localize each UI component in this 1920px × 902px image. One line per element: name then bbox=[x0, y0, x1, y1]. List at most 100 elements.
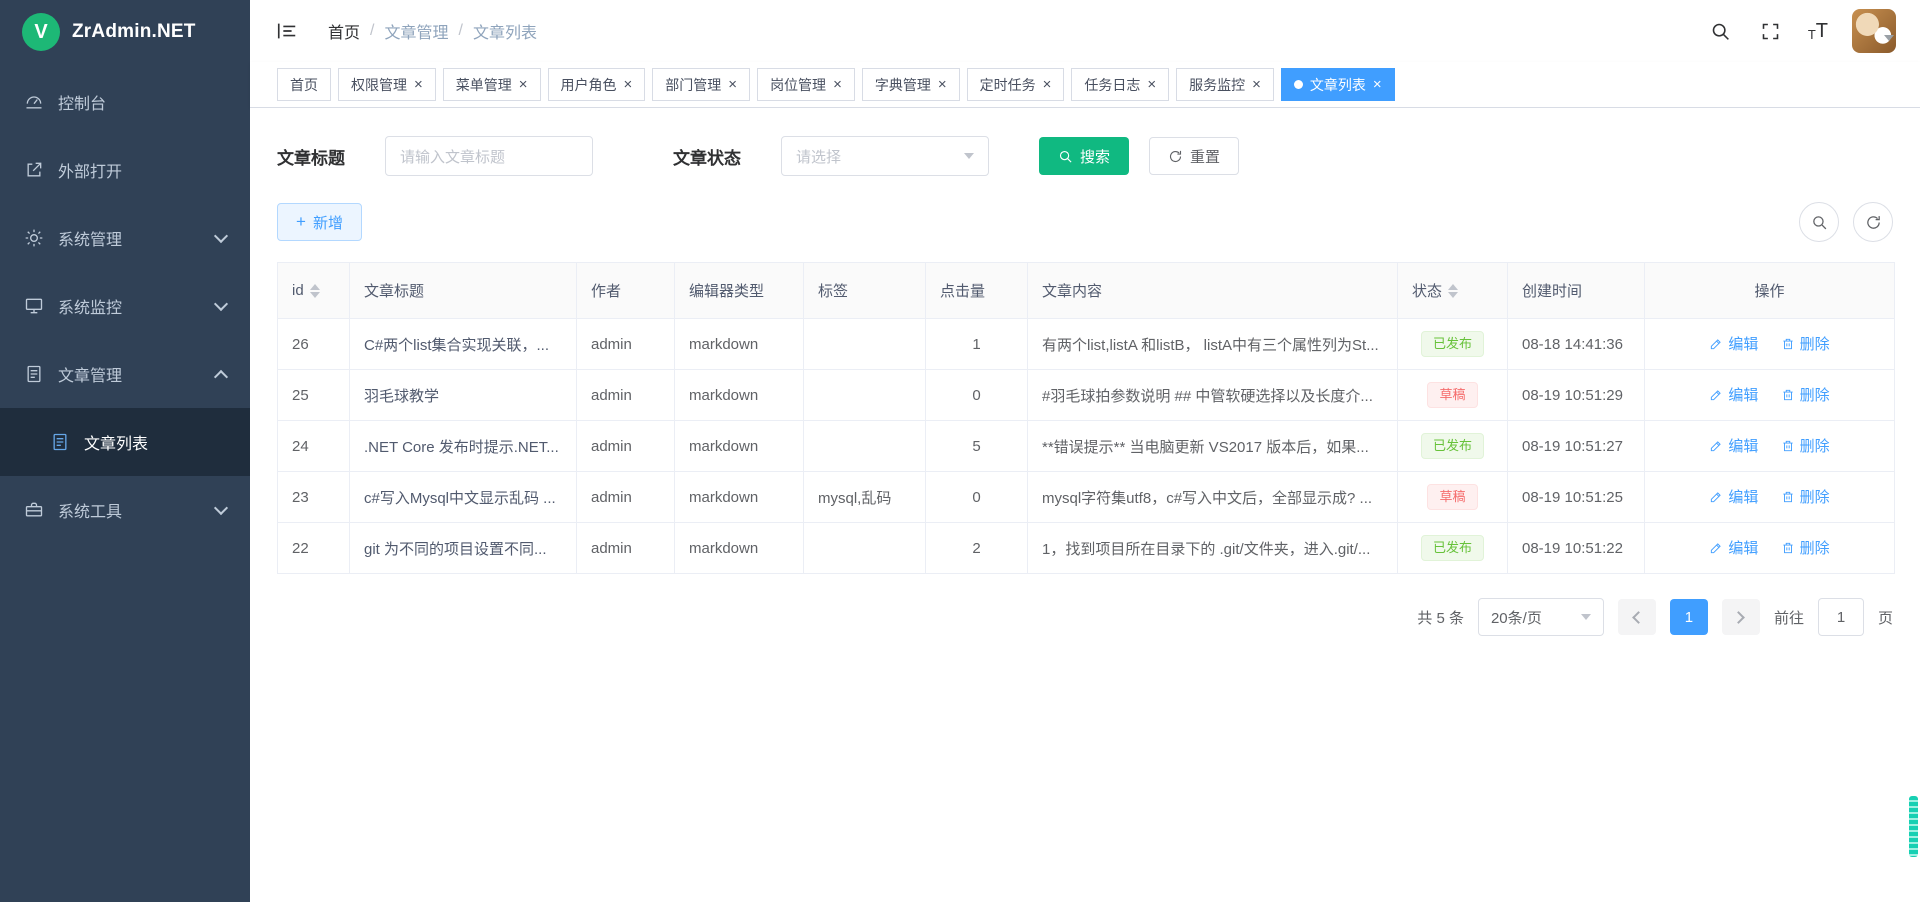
column-label: 文章标题 bbox=[364, 283, 424, 300]
tab[interactable]: 字典管理 bbox=[862, 68, 960, 101]
tab-close-icon[interactable] bbox=[1147, 77, 1156, 92]
sidebar-item-external-open[interactable]: 外部打开 bbox=[0, 136, 250, 204]
page-size-select[interactable]: 20条/页 bbox=[1478, 598, 1604, 636]
next-page-button[interactable] bbox=[1722, 599, 1760, 635]
tab[interactable]: 岗位管理 bbox=[757, 68, 855, 101]
reset-button[interactable]: 重置 bbox=[1149, 137, 1239, 175]
table-row: 25 羽毛球教学 admin markdown 0 #羽毛球拍参数说明 ## 中… bbox=[278, 370, 1895, 421]
tab-close-icon[interactable] bbox=[1373, 77, 1382, 92]
articles-table: id 文章标题 作者 编辑器类型 标签 点击量 文章内容 bbox=[277, 262, 1893, 574]
tab-close-icon[interactable] bbox=[833, 77, 842, 92]
tab[interactable]: 任务日志 bbox=[1071, 68, 1169, 101]
tab-close-icon[interactable] bbox=[519, 77, 528, 92]
search-icon[interactable] bbox=[1708, 18, 1734, 44]
cell-id: 22 bbox=[278, 523, 350, 574]
user-avatar[interactable] bbox=[1852, 9, 1896, 53]
tab-close-icon[interactable] bbox=[1252, 77, 1261, 92]
sidebar-item-system-management[interactable]: 系统管理 bbox=[0, 204, 250, 272]
delete-link[interactable]: 删除 bbox=[1781, 537, 1830, 558]
tab-close-icon[interactable] bbox=[938, 77, 947, 92]
tab-label: 字典管理 bbox=[875, 75, 931, 95]
tab[interactable]: 定时任务 bbox=[967, 68, 1065, 101]
trash-icon bbox=[1781, 541, 1795, 555]
edit-link[interactable]: 编辑 bbox=[1709, 435, 1758, 456]
tab[interactable]: 服务监控 bbox=[1176, 68, 1274, 101]
tab-close-icon[interactable] bbox=[728, 77, 737, 92]
search-button[interactable]: 搜索 bbox=[1039, 137, 1129, 175]
breadcrumb-item-home[interactable]: 首页 bbox=[328, 19, 360, 43]
tab[interactable]: 菜单管理 bbox=[443, 68, 541, 101]
sidebar-toggle-icon[interactable] bbox=[270, 14, 304, 48]
edit-link[interactable]: 编辑 bbox=[1709, 486, 1758, 507]
font-size-icon[interactable] bbox=[1808, 21, 1828, 41]
cell-id: 24 bbox=[278, 421, 350, 472]
tab-close-icon[interactable] bbox=[1043, 77, 1052, 92]
breadcrumb-item-article-list[interactable]: 文章列表 bbox=[473, 19, 537, 43]
cell-hits: 0 bbox=[926, 472, 1028, 523]
cell-editor-type: markdown bbox=[675, 421, 804, 472]
tab[interactable]: 部门管理 bbox=[652, 68, 750, 101]
prev-page-button[interactable] bbox=[1618, 599, 1656, 635]
delete-link[interactable]: 删除 bbox=[1781, 384, 1830, 405]
goto-page-input[interactable]: 1 bbox=[1818, 598, 1864, 636]
cell-editor-type: markdown bbox=[675, 370, 804, 421]
edit-link[interactable]: 编辑 bbox=[1709, 537, 1758, 558]
sidebar-item-system-monitor[interactable]: 系统监控 bbox=[0, 272, 250, 340]
edit-link[interactable]: 编辑 bbox=[1709, 333, 1758, 354]
sidebar-item-dashboard[interactable]: 控制台 bbox=[0, 68, 250, 136]
app-logo[interactable]: V ZrAdmin.NET bbox=[0, 0, 250, 64]
sort-carets-icon[interactable] bbox=[1448, 284, 1458, 298]
column-status[interactable]: 状态 bbox=[1398, 263, 1508, 319]
edit-link-label: 编辑 bbox=[1728, 333, 1758, 354]
trash-icon bbox=[1781, 388, 1795, 402]
refresh-icon bbox=[1865, 214, 1882, 231]
edit-link[interactable]: 编辑 bbox=[1709, 384, 1758, 405]
column-label: id bbox=[292, 282, 304, 299]
page-number-button[interactable]: 1 bbox=[1670, 599, 1708, 635]
delete-link[interactable]: 删除 bbox=[1781, 486, 1830, 507]
sort-carets-icon[interactable] bbox=[310, 284, 320, 298]
add-button-label: 新增 bbox=[313, 212, 343, 233]
cell-author: admin bbox=[577, 472, 675, 523]
caret-down-icon[interactable] bbox=[1884, 35, 1894, 41]
cell-created-time: 08-19 10:51:27 bbox=[1508, 421, 1645, 472]
cell-title: 羽毛球教学 bbox=[350, 370, 577, 421]
sidebar-item-label: 系统监控 bbox=[58, 294, 122, 318]
sidebar-item-system-tools[interactable]: 系统工具 bbox=[0, 476, 250, 544]
chevron-down-icon bbox=[214, 229, 228, 243]
tab-close-icon[interactable] bbox=[624, 77, 633, 92]
add-button[interactable]: 新增 bbox=[277, 203, 362, 241]
sidebar-item-label: 控制台 bbox=[58, 90, 106, 114]
breadcrumb-item-article-management[interactable]: 文章管理 bbox=[384, 19, 448, 43]
column-label: 标签 bbox=[818, 283, 848, 300]
tab-label: 权限管理 bbox=[351, 75, 407, 95]
refresh-table-button[interactable] bbox=[1853, 202, 1893, 242]
tab-close-icon[interactable] bbox=[414, 77, 423, 92]
sidebar-item-article-management[interactable]: 文章管理 bbox=[0, 340, 250, 408]
delete-link[interactable]: 删除 bbox=[1781, 435, 1830, 456]
article-title-input[interactable]: 请输入文章标题 bbox=[385, 136, 593, 176]
cell-editor-type: markdown bbox=[675, 472, 804, 523]
column-label: 作者 bbox=[591, 283, 621, 300]
status-badge: 已发布 bbox=[1421, 331, 1484, 357]
column-id[interactable]: id bbox=[278, 263, 350, 319]
scrollbar-thumb[interactable] bbox=[1909, 796, 1918, 857]
article-status-select[interactable]: 请选择 bbox=[781, 136, 989, 176]
tab-label: 定时任务 bbox=[980, 75, 1036, 95]
article-status-label: 文章状态 bbox=[673, 144, 741, 169]
sidebar-menu: 控制台 外部打开 系统管理 系统监控 文章管理 bbox=[0, 68, 250, 544]
external-link-icon bbox=[24, 160, 44, 180]
tab[interactable]: 首页 bbox=[277, 68, 331, 101]
tab[interactable]: 权限管理 bbox=[338, 68, 436, 101]
header-actions bbox=[1708, 9, 1894, 53]
trash-icon bbox=[1781, 439, 1795, 453]
goto-label: 前往 bbox=[1774, 607, 1804, 628]
toggle-search-button[interactable] bbox=[1799, 202, 1839, 242]
sidebar-item-article-list[interactable]: 文章列表 bbox=[0, 408, 250, 476]
delete-link[interactable]: 删除 bbox=[1781, 333, 1830, 354]
chevron-down-icon bbox=[214, 501, 228, 515]
cell-content: **错误提示** 当电脑更新 VS2017 版本后，如果... bbox=[1028, 421, 1398, 472]
tab[interactable]: 用户角色 bbox=[548, 68, 646, 101]
tab[interactable]: 文章列表 bbox=[1281, 68, 1395, 101]
fullscreen-icon[interactable] bbox=[1758, 18, 1784, 44]
